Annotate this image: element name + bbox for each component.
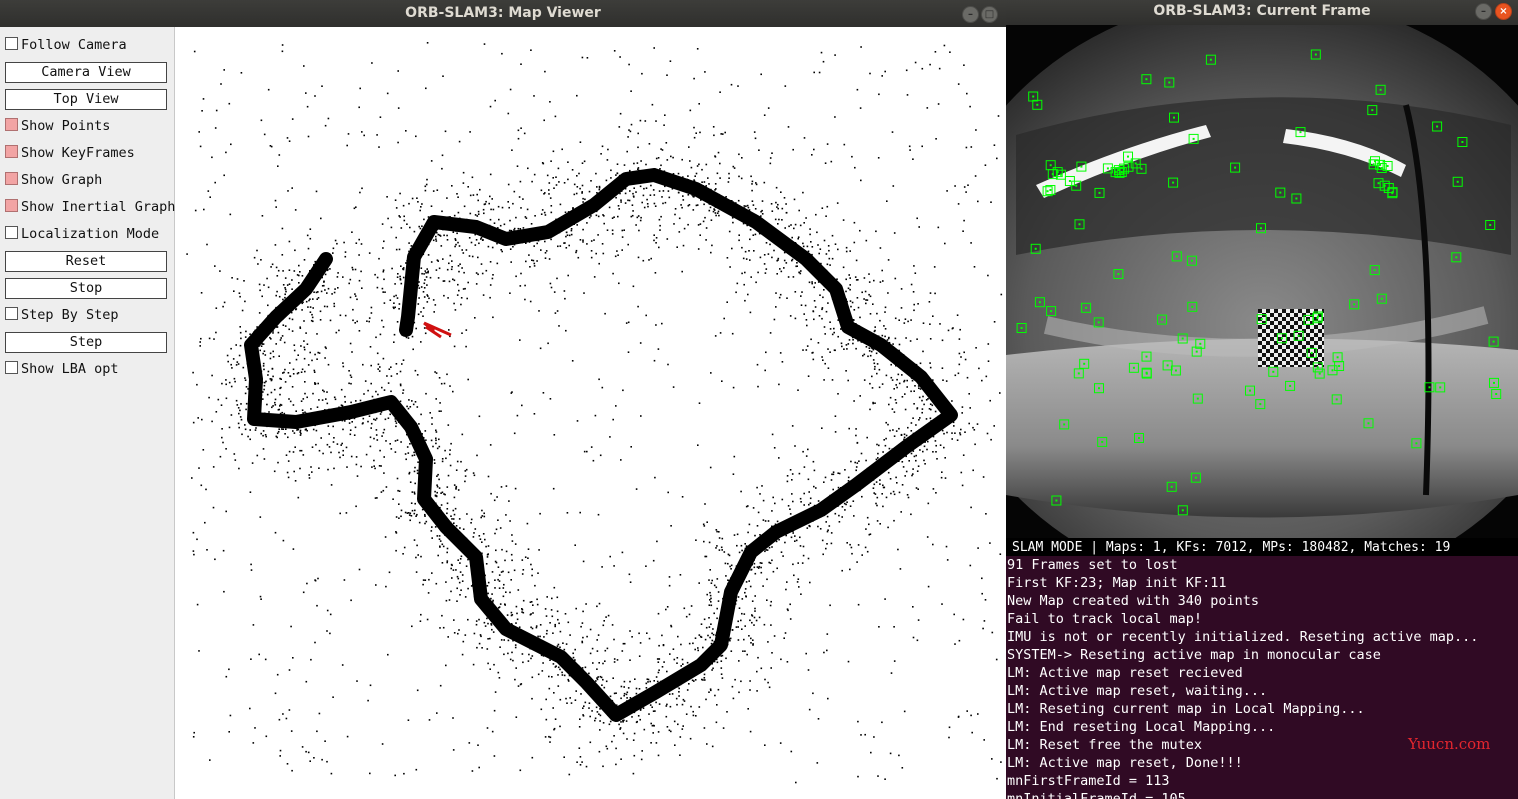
checkbox-checked-icon <box>5 199 18 212</box>
control-panel: Follow Camera Camera View Top View Show … <box>0 27 175 799</box>
terminal-line: LM: Active map reset, Done!!! <box>1007 755 1243 771</box>
step-by-step-label: Step By Step <box>21 307 119 323</box>
localization-mode-checkbox[interactable]: Localization Mode <box>5 224 159 245</box>
current-frame-title: ORB-SLAM3: Current Frame <box>1153 3 1371 19</box>
slam-status-text: SLAM MODE | Maps: 1, KFs: 7012, MPs: 180… <box>1012 540 1451 555</box>
checkbox-checked-icon <box>5 118 18 131</box>
show-inertial-graph-checkbox[interactable]: Show Inertial Graph <box>5 197 175 218</box>
map-point-cloud[interactable] <box>176 27 1006 799</box>
camera-view-button[interactable]: Camera View <box>5 62 167 83</box>
watermark-text: Yuucn.com <box>1408 735 1491 753</box>
checkbox-checked-icon <box>5 172 18 185</box>
step-by-step-checkbox[interactable]: Step By Step <box>5 305 119 326</box>
terminal-line: SYSTEM-> Reseting active map in monocula… <box>1007 647 1381 663</box>
step-button[interactable]: Step <box>5 332 167 353</box>
reset-button[interactable]: Reset <box>5 251 167 272</box>
terminal-line: IMU is not or recently initialized. Rese… <box>1007 629 1479 645</box>
stop-button[interactable]: Stop <box>5 278 167 299</box>
terminal-line: LM: Active map reset recieved <box>1007 665 1243 681</box>
map-viewer-titlebar: ORB-SLAM3: Map Viewer – □ <box>0 0 1006 27</box>
minimize-icon[interactable]: – <box>1475 3 1492 20</box>
terminal-line: New Map created with 340 points <box>1007 593 1259 609</box>
map-viewer-window: ORB-SLAM3: Map Viewer – □ Follow Camera … <box>0 0 1006 799</box>
maximize-icon[interactable]: □ <box>981 6 998 23</box>
map-viewer-title: ORB-SLAM3: Map Viewer <box>405 5 601 21</box>
show-graph-checkbox[interactable]: Show Graph <box>5 170 102 191</box>
show-points-label: Show Points <box>21 118 111 134</box>
show-graph-label: Show Graph <box>21 172 103 188</box>
checkbox-checked-icon <box>5 145 18 158</box>
checkbox-icon <box>5 307 18 320</box>
show-inertial-graph-label: Show Inertial Graph <box>21 199 176 215</box>
terminal-line: LM: End reseting Local Mapping... <box>1007 719 1276 735</box>
minimize-icon[interactable]: – <box>962 6 979 23</box>
terminal-line: First KF:23; Map init KF:11 <box>1007 575 1227 591</box>
show-keyframes-checkbox[interactable]: Show KeyFrames <box>5 143 135 164</box>
terminal-output[interactable]: 91 Frames set to lost First KF:23; Map i… <box>1006 556 1518 799</box>
checkbox-icon <box>5 37 18 50</box>
follow-camera-checkbox[interactable]: Follow Camera <box>5 35 127 56</box>
checkbox-icon <box>5 226 18 239</box>
show-keyframes-label: Show KeyFrames <box>21 145 135 161</box>
terminal-line: mnInitialFrameId = 105 <box>1007 791 1186 799</box>
show-points-checkbox[interactable]: Show Points <box>5 116 110 137</box>
close-icon[interactable]: × <box>1495 3 1512 20</box>
camera-frame-image <box>1006 25 1518 540</box>
terminal-line: Fail to track local map! <box>1007 611 1203 627</box>
slam-status-bar: SLAM MODE | Maps: 1, KFs: 7012, MPs: 180… <box>1006 538 1518 557</box>
terminal-line: 91 Frames set to lost <box>1007 557 1178 573</box>
checkbox-icon <box>5 361 18 374</box>
current-frame-titlebar: ORB-SLAM3: Current Frame – × <box>1006 0 1518 25</box>
top-view-button[interactable]: Top View <box>5 89 167 110</box>
current-frame-window: ORB-SLAM3: Current Frame – × <box>1006 0 1518 540</box>
terminal-line: mnFirstFrameId = 113 <box>1007 773 1170 789</box>
follow-camera-label: Follow Camera <box>21 37 127 53</box>
show-lba-opt-checkbox[interactable]: Show LBA opt <box>5 359 119 380</box>
terminal-line: LM: Active map reset, waiting... <box>1007 683 1268 699</box>
show-lba-opt-label: Show LBA opt <box>21 361 119 377</box>
localization-mode-label: Localization Mode <box>21 226 160 242</box>
terminal-line: LM: Reseting current map in Local Mappin… <box>1007 701 1365 717</box>
